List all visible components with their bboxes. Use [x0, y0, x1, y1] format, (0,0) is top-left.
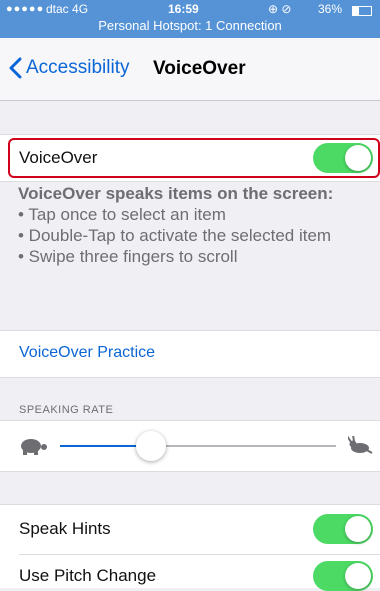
slider-thumb[interactable]: [136, 431, 167, 461]
pitch-change-label: Use Pitch Change: [19, 566, 157, 585]
hare-icon: [348, 436, 373, 454]
voiceover-description: VoiceOver speaks items on the screen: • …: [18, 183, 370, 267]
battery-icon: [352, 6, 372, 16]
battery-percent: 36%: [318, 2, 343, 16]
status-bar: ●●●●● dtac 4G 16:59 ⊕ ⊘ 36% Personal Hot…: [0, 0, 380, 38]
row-divider: [19, 554, 380, 555]
description-bullet: • Swipe three fingers to scroll: [18, 247, 238, 266]
speak-hints-label: Speak Hints: [19, 519, 111, 538]
description-bullet: • Tap once to select an item: [18, 205, 226, 224]
practice-cell[interactable]: VoiceOver Practice: [0, 330, 380, 378]
back-button[interactable]: Accessibility: [8, 55, 129, 81]
speaking-rate-slider[interactable]: [0, 420, 380, 472]
description-lead: VoiceOver speaks items on the screen:: [18, 184, 334, 203]
chevron-left-icon: [9, 57, 22, 79]
toggle-knob: [345, 563, 371, 589]
description-bullet: • Double-Tap to activate the selected it…: [18, 226, 332, 245]
status-icons: ⊕ ⊘: [268, 2, 292, 16]
highlight-outline: [8, 138, 380, 178]
settings-group: Speak Hints Use Pitch Change: [0, 504, 380, 591]
signal-strength: ●●●●●: [6, 3, 45, 15]
speaking-rate-header: SPEAKING RATE: [19, 404, 114, 416]
toggle-knob: [345, 516, 371, 542]
carrier-label: dtac 4G: [46, 2, 89, 16]
turtle-icon: [21, 439, 47, 455]
hotspot-banner[interactable]: Personal Hotspot: 1 Connection: [0, 18, 380, 33]
navigation-bar: Accessibility VoiceOver: [0, 38, 380, 101]
speak-hints-toggle[interactable]: [313, 514, 373, 544]
status-row: ●●●●● dtac 4G 16:59 ⊕ ⊘ 36%: [0, 2, 380, 18]
slider-track-empty: [151, 445, 336, 447]
back-label: Accessibility: [26, 57, 130, 78]
battery-fill: [353, 7, 360, 15]
practice-link[interactable]: VoiceOver Practice: [19, 344, 155, 362]
clock: 16:59: [168, 2, 199, 16]
page-title: VoiceOver: [153, 58, 246, 79]
